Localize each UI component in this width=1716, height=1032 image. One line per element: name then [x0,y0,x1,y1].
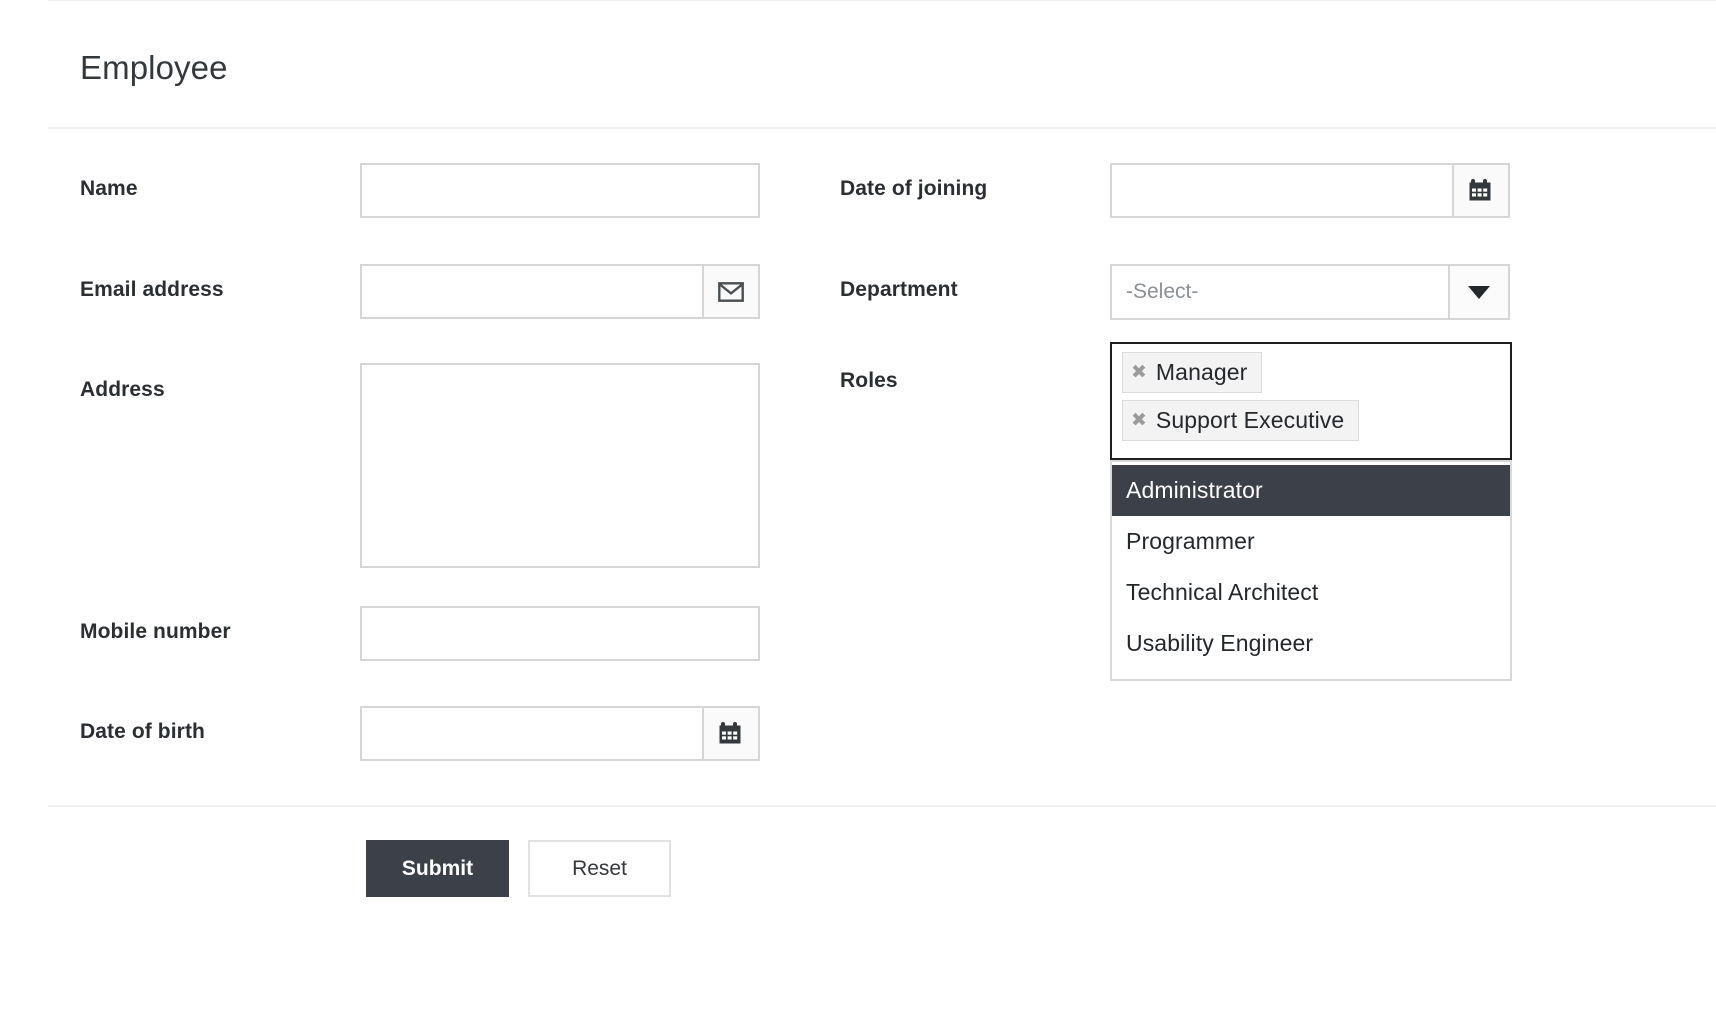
footer-divider [48,805,1716,807]
date-of-birth-calendar-button[interactable] [702,706,760,761]
email-field-wrap [360,264,760,319]
label-date-of-joining: Date of joining [840,176,987,202]
roles-option-technical-architect[interactable]: Technical Architect [1112,567,1510,618]
mobile-number-input[interactable] [360,606,760,661]
label-email-address: Email address [80,277,224,303]
roles-dropdown-list: Administrator Programmer Technical Archi… [1110,460,1512,681]
roles-tag-row: ✖ Manager [1122,352,1500,400]
label-mobile-number: Mobile number [80,619,231,645]
department-selected-value: -Select- [1126,280,1198,304]
roles-field-wrap: ✖ Manager ✖ Support Executive Administra… [1110,342,1512,681]
label-date-of-birth: Date of birth [80,719,205,745]
chevron-down-icon [1468,286,1490,299]
date-of-joining-calendar-button[interactable] [1452,163,1510,218]
name-field-wrap [360,163,760,218]
reset-button[interactable]: Reset [528,840,671,897]
header-divider [48,127,1716,129]
date-of-birth-input[interactable] [360,706,702,761]
address-textarea[interactable] [360,363,760,568]
close-icon[interactable]: ✖ [1131,363,1147,382]
roles-tag-label: Support Executive [1156,404,1344,436]
roles-option-usability-engineer[interactable]: Usability Engineer [1112,618,1510,669]
panel-header: Employee [0,0,1716,128]
envelope-icon [718,282,744,302]
roles-selected-tag[interactable]: ✖ Manager [1122,352,1262,393]
roles-tag-row: ✖ Support Executive [1122,400,1500,448]
date-of-joining-field-wrap [1110,163,1510,218]
department-field-wrap: -Select- [1110,264,1510,320]
address-field-wrap [360,363,760,568]
calendar-icon [718,721,744,747]
roles-selected-tag[interactable]: ✖ Support Executive [1122,400,1359,441]
roles-multiselect[interactable]: ✖ Manager ✖ Support Executive [1110,342,1512,460]
email-input[interactable] [360,264,702,319]
date-of-joining-input[interactable] [1110,163,1452,218]
roles-option-programmer[interactable]: Programmer [1112,516,1510,567]
label-roles: Roles [840,368,898,394]
label-department: Department [840,277,958,303]
label-name: Name [80,176,138,202]
roles-option-administrator[interactable]: Administrator [1112,465,1510,516]
mobile-field-wrap [360,606,760,661]
submit-button[interactable]: Submit [366,840,509,897]
name-input[interactable] [360,163,760,218]
employee-form-panel: Employee Name Email address [0,0,1716,1032]
date-of-birth-field-wrap [360,706,760,761]
department-select[interactable]: -Select- [1110,264,1448,320]
roles-tag-label: Manager [1156,356,1247,388]
department-dropdown-button[interactable] [1448,264,1510,320]
envelope-icon-button[interactable] [702,264,760,319]
label-address: Address [80,377,165,403]
close-icon[interactable]: ✖ [1131,411,1147,430]
page-title: Employee [80,48,228,88]
calendar-icon [1468,178,1494,204]
